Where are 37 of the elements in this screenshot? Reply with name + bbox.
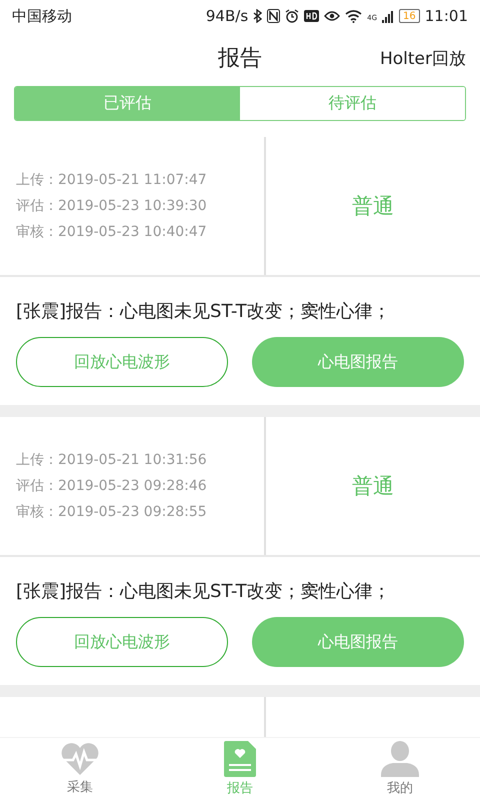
holter-replay-link[interactable]: Holter回放 — [380, 46, 466, 70]
report-summary: [张震]报告：心电图未见ST-T改变；窦性心律； — [15, 580, 392, 604]
clock-time: 11:01 — [424, 7, 468, 25]
replay-waveform-button[interactable]: 回放心电波形 — [16, 617, 228, 667]
nav-tab[interactable]: 采集 — [0, 738, 160, 800]
heart-pulse-icon — [60, 742, 100, 776]
wifi-icon — [345, 10, 362, 22]
carrier-name: 中国移动 — [12, 6, 73, 26]
grade-label: 普通 — [352, 473, 394, 500]
nav-label: 我的 — [387, 780, 413, 797]
report-icon — [224, 741, 256, 777]
timestamp-text: 审核：2019-05-23 10:40:47 — [16, 223, 208, 241]
tab[interactable]: 已评估 — [15, 87, 240, 120]
hd-icon — [304, 10, 320, 22]
nav-tab[interactable]: 我的 — [320, 738, 480, 800]
eye-icon — [324, 10, 340, 22]
user-icon — [381, 741, 419, 777]
timestamp-text: 审核：2019-05-23 09:28:55 — [16, 503, 208, 521]
report-summary: [张震]报告：心电图未见ST-T改变；窦性心律； — [15, 300, 392, 324]
battery-level: 16 — [399, 9, 420, 23]
signal-icon — [382, 10, 394, 22]
grade-label: 普通 — [352, 193, 394, 220]
nav-label: 采集 — [67, 779, 93, 796]
replay-waveform-button[interactable]: 回放心电波形 — [16, 337, 228, 387]
alarm-icon — [285, 9, 300, 23]
nav-label: 报告 — [227, 780, 253, 797]
timestamp-text: 上传：2019-05-21 10:31:56 — [16, 451, 208, 469]
timestamp-text: 评估：2019-05-23 10:39:30 — [16, 197, 208, 215]
ecg-report-button[interactable]: 心电图报告 — [252, 617, 464, 667]
timestamp-text: 上传：2019-05-21 11:07:47 — [16, 171, 208, 189]
page-title: 报告 — [218, 45, 262, 73]
bluetooth-icon — [253, 9, 262, 23]
network-speed: 94B/s — [206, 7, 248, 25]
timestamp-text: 评估：2019-05-23 09:28:46 — [16, 477, 208, 495]
ecg-report-button[interactable]: 心电图报告 — [252, 337, 464, 387]
nfc-icon — [267, 9, 280, 23]
nav-tab[interactable]: 报告 — [160, 738, 320, 800]
